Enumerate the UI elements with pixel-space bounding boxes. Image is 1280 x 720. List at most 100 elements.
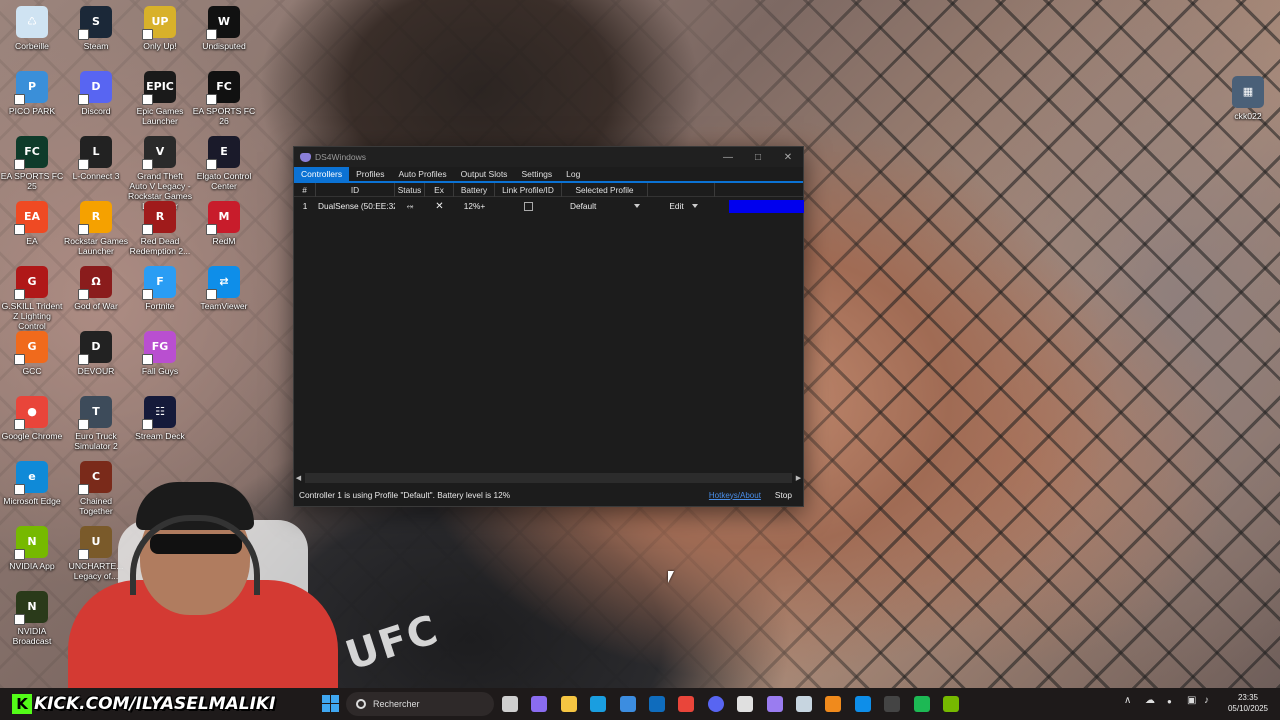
desktop-icon-ea-sports-fc-26[interactable]: FC EA SPORTS FC 26: [192, 71, 256, 126]
desktop-icon-g-skill-trident-z-lighting-control[interactable]: G G.SKILL Trident Z Lighting Control: [0, 266, 64, 331]
desktop-icon-gcc[interactable]: G GCC: [0, 331, 64, 376]
column-header-battery[interactable]: Battery: [454, 182, 495, 197]
profile-dropdown[interactable]: Default: [566, 199, 644, 213]
desktop-icon-fall-guys[interactable]: FG Fall Guys: [128, 331, 192, 376]
desktop-icon-only-up[interactable]: UP Only Up!: [128, 6, 192, 51]
task-view-icon[interactable]: [502, 696, 518, 712]
nvidia-icon[interactable]: [884, 696, 901, 712]
desktop-icon-discord[interactable]: D Discord: [64, 71, 128, 116]
spotify-icon[interactable]: [913, 696, 930, 712]
outlook-icon[interactable]: [649, 696, 665, 712]
window-titlebar[interactable]: DS4Windows — □ ✕: [294, 147, 803, 167]
tray-chevron-icon[interactable]: ∧: [1124, 695, 1131, 706]
app-icon: ♺: [16, 6, 48, 38]
desktop-icon-pico-park[interactable]: P PICO PARK: [0, 71, 64, 116]
taskbar-clock[interactable]: 23:35 05/10/2025: [1222, 692, 1274, 714]
desktop-icon-nvidia-app[interactable]: N NVIDIA App: [0, 526, 64, 571]
desktop-icon-god-of-war[interactable]: Ω God of War: [64, 266, 128, 311]
desktop-icon-corbeille[interactable]: ♺ Corbeille: [0, 6, 64, 51]
column-header-id[interactable]: ID: [316, 182, 395, 197]
tab-output-slots[interactable]: Output Slots: [454, 167, 515, 181]
desktop-icon-l-connect-3[interactable]: L L-Connect 3: [64, 136, 128, 181]
chrome-icon[interactable]: [678, 696, 695, 712]
stop-button[interactable]: Stop: [775, 490, 792, 500]
steam-icon[interactable]: [796, 696, 812, 712]
desktop-icon-ea[interactable]: EA EA: [0, 201, 64, 246]
tab-profiles[interactable]: Profiles: [349, 167, 391, 181]
speaker-icon[interactable]: ♪: [1204, 695, 1209, 706]
desktop-icon-label: Steam: [83, 41, 109, 51]
vlc-icon[interactable]: [825, 696, 842, 712]
desktop-icon-label: GCC: [22, 366, 42, 376]
ds4windows-icon: [300, 152, 311, 162]
status-message: Controller 1 is using Profile "Default".…: [299, 490, 511, 500]
desktop-icon-elgato-control-center[interactable]: E Elgato Control Center: [192, 136, 256, 191]
store-icon[interactable]: [619, 696, 636, 712]
edit-dropdown[interactable]: [689, 199, 700, 213]
edit-profile-button[interactable]: Edit: [663, 199, 700, 213]
app-icon: R: [78, 201, 112, 235]
app-icon: Ω: [78, 266, 112, 300]
desktop-icon-fortnite[interactable]: F Fortnite: [128, 266, 192, 311]
maximize-button[interactable]: □: [743, 147, 773, 167]
horizontal-scrollbar[interactable]: ◀ ▶: [294, 473, 803, 483]
desktop-icon-stream-deck[interactable]: ☷ Stream Deck: [128, 396, 192, 441]
network-icon[interactable]: ▣: [1187, 695, 1196, 706]
tab-auto-profiles[interactable]: Auto Profiles: [391, 167, 453, 181]
desktop-icon-label: RedM: [212, 236, 236, 246]
scroll-right-icon[interactable]: ▶: [794, 474, 803, 482]
app-icon: R: [142, 201, 176, 235]
desktop-icon-red-dead-redemption-2[interactable]: R Red Dead Redemption 2...: [128, 201, 192, 256]
broadcast-icon[interactable]: [943, 696, 959, 712]
scrollbar-thumb[interactable]: [305, 473, 792, 483]
edge-icon[interactable]: [590, 696, 607, 712]
scroll-left-icon[interactable]: ◀: [294, 474, 303, 482]
desktop-icon-microsoft-edge[interactable]: e Microsoft Edge: [0, 461, 64, 506]
tab-log[interactable]: Log: [559, 167, 587, 181]
desktop-icon-label: Fortnite: [145, 301, 175, 311]
desktop-icon-label: PICO PARK: [8, 106, 56, 116]
app-icon: E: [206, 136, 240, 170]
lightbar-color-swatch[interactable]: [729, 200, 804, 213]
microphone-icon[interactable]: ●: [1167, 697, 1172, 706]
desktop-icon-ea-sports-fc-25[interactable]: FC EA SPORTS FC 25: [0, 136, 64, 191]
minimize-button[interactable]: —: [713, 147, 743, 167]
file-explorer-icon[interactable]: [560, 696, 577, 712]
desktop-icon-redm[interactable]: M RedM: [192, 201, 256, 246]
start-button[interactable]: [322, 695, 339, 712]
desktop-icon-nvidia-broadcast[interactable]: N NVIDIA Broadcast: [0, 591, 64, 646]
desktop-icon-google-chrome[interactable]: ● Google Chrome: [0, 396, 64, 441]
hotkeys-about-link[interactable]: Hotkeys/About: [709, 491, 761, 500]
mail-icon[interactable]: [737, 696, 754, 712]
desktop-icon-rockstar-games-launcher[interactable]: R Rockstar Games Launcher: [64, 201, 128, 256]
close-button[interactable]: ✕: [773, 147, 803, 167]
desktop-icon-undisputed[interactable]: W Undisputed: [192, 6, 256, 51]
discord-icon[interactable]: [707, 696, 724, 712]
desktop-icon-epic-games-launcher[interactable]: EPIC Epic Games Launcher: [128, 71, 192, 126]
taskbar-search[interactable]: Rechercher: [346, 692, 494, 716]
column-header-status[interactable]: Status: [395, 182, 425, 197]
app-icon: V: [142, 136, 176, 170]
app-icon: N: [14, 591, 48, 625]
ds4windows-window: DS4Windows — □ ✕ Controllers Profiles Au…: [293, 146, 804, 507]
desktop-icon-grand-theft-auto-v-legacy-rockstar-games-launcher[interactable]: V Grand Theft Auto V Legacy - Rockstar Ga…: [128, 136, 192, 211]
desktop-icon-euro-truck-simulator-2[interactable]: T Euro Truck Simulator 2: [64, 396, 128, 451]
column-header-selected-profile[interactable]: Selected Profile: [562, 182, 648, 197]
link-profile-checkbox[interactable]: [524, 201, 533, 211]
desktop-icon-steam[interactable]: S Steam: [64, 6, 128, 51]
teamviewer-icon[interactable]: [854, 696, 871, 712]
desktop-icon-ckk022[interactable]: ▦ ckk022: [1216, 76, 1280, 121]
desktop-icon-teamviewer[interactable]: ⇄ TeamViewer: [192, 266, 256, 311]
game-controller-icon[interactable]: [766, 696, 783, 712]
onedrive-icon[interactable]: ☁: [1145, 695, 1155, 706]
column-header-num[interactable]: #: [294, 182, 316, 197]
controller-row[interactable]: 1 DualSense (50:EE:32: ⬾ ✕ 12%+ Default …: [294, 198, 803, 214]
tab-controllers[interactable]: Controllers: [294, 167, 350, 181]
column-header-link-profile[interactable]: Link Profile/ID: [495, 182, 562, 197]
selected-profile-cell: Default: [562, 198, 648, 214]
desktop-icon-devour[interactable]: D DEVOUR: [64, 331, 128, 376]
copilot-icon[interactable]: [531, 696, 548, 712]
tab-settings[interactable]: Settings: [514, 167, 559, 181]
app-icon: ☷: [142, 396, 176, 430]
column-header-ex[interactable]: Ex: [425, 182, 454, 197]
